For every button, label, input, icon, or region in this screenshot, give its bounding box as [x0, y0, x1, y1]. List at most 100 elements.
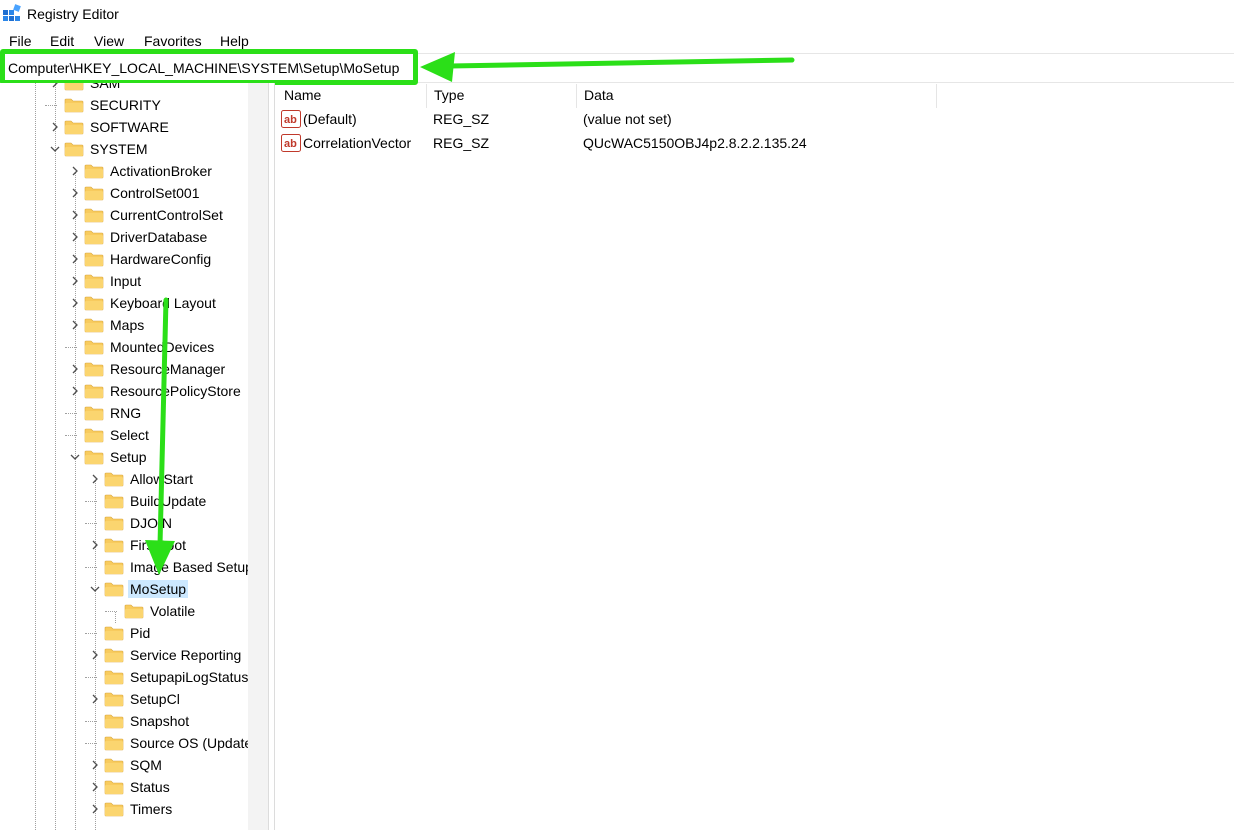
- tree-item[interactable]: Timers: [88, 798, 174, 820]
- tree-item-label[interactable]: Snapshot: [128, 712, 191, 730]
- tree-item[interactable]: SAM: [48, 83, 122, 94]
- tree-item[interactable]: ResourcePolicyStore: [68, 380, 243, 402]
- menu-help[interactable]: Help: [220, 33, 249, 49]
- tree-item[interactable]: Select: [65, 424, 151, 446]
- tree-item-label[interactable]: ControlSet001: [108, 184, 202, 202]
- tree-item-label[interactable]: SetupCl: [128, 690, 182, 708]
- tree-item-label[interactable]: SQM: [128, 756, 164, 774]
- tree-scrollbar[interactable]: [248, 83, 268, 830]
- value-row[interactable]: ab CorrelationVector REG_SZ QUcWAC5150OBJ4p…: [276, 132, 976, 156]
- tree-item[interactable]: SOFTWARE: [48, 116, 171, 138]
- tree-item[interactable]: SYSTEM: [48, 138, 150, 160]
- tree-item[interactable]: AllowStart: [88, 468, 195, 490]
- expand-chevron-icon[interactable]: [68, 182, 82, 204]
- tree-item[interactable]: Input: [68, 270, 143, 292]
- collapse-chevron-icon[interactable]: [68, 446, 82, 468]
- tree-item-label[interactable]: ActivationBroker: [108, 162, 214, 180]
- tree-item-label[interactable]: BuildUpdate: [128, 492, 208, 510]
- tree-item-label[interactable]: ResourcePolicyStore: [108, 382, 243, 400]
- expand-chevron-icon[interactable]: [68, 226, 82, 248]
- tree-item-label[interactable]: SetupapiLogStatus: [128, 668, 248, 686]
- tree-item-label[interactable]: MountedDevices: [108, 338, 216, 356]
- tree-item[interactable]: Image Based Setup: [85, 556, 248, 578]
- expand-chevron-icon[interactable]: [68, 204, 82, 226]
- address-bar[interactable]: Computer\HKEY_LOCAL_MACHINE\SYSTEM\Setup…: [0, 53, 1234, 83]
- tree-item-label[interactable]: AllowStart: [128, 470, 195, 488]
- tree-item-label[interactable]: DJOIN: [128, 514, 174, 532]
- expand-chevron-icon[interactable]: [68, 358, 82, 380]
- tree-item-label[interactable]: Maps: [108, 316, 146, 334]
- address-path[interactable]: Computer\HKEY_LOCAL_MACHINE\SYSTEM\Setup…: [8, 60, 399, 76]
- key-tree[interactable]: SAM SECURITY SOFTWARE SYSTEM ActivationBroke…: [0, 83, 248, 830]
- tree-item-label[interactable]: Timers: [128, 800, 174, 818]
- tree-item[interactable]: Pid: [85, 622, 152, 644]
- tree-item[interactable]: SECURITY: [45, 94, 163, 116]
- tree-item[interactable]: Keyboard Layout: [68, 292, 218, 314]
- tree-item[interactable]: DriverDatabase: [68, 226, 209, 248]
- column-type-header[interactable]: Type: [434, 87, 464, 103]
- expand-chevron-icon[interactable]: [88, 644, 102, 666]
- tree-item-label[interactable]: Volatile: [148, 602, 197, 620]
- tree-item[interactable]: SQM: [88, 754, 164, 776]
- tree-item[interactable]: Maps: [68, 314, 146, 336]
- tree-item-label[interactable]: SYSTEM: [88, 140, 150, 158]
- expand-chevron-icon[interactable]: [68, 314, 82, 336]
- tree-item-label[interactable]: Image Based Setup: [128, 558, 248, 576]
- expand-chevron-icon[interactable]: [48, 116, 62, 138]
- tree-item-label[interactable]: CurrentControlSet: [108, 206, 225, 224]
- tree-item-label[interactable]: Setup: [108, 448, 149, 466]
- menu-view[interactable]: View: [94, 33, 124, 49]
- column-data-header[interactable]: Data: [584, 87, 614, 103]
- tree-item-label[interactable]: SAM: [88, 83, 122, 92]
- expand-chevron-icon[interactable]: [88, 754, 102, 776]
- menu-favorites[interactable]: Favorites: [144, 33, 202, 49]
- tree-item[interactable]: ActivationBroker: [68, 160, 214, 182]
- tree-item-label[interactable]: Source OS (Updated): [128, 734, 248, 752]
- tree-item[interactable]: Service Reporting: [88, 644, 243, 666]
- tree-item-label[interactable]: Select: [108, 426, 151, 444]
- expand-chevron-icon[interactable]: [88, 688, 102, 710]
- expand-chevron-icon[interactable]: [68, 380, 82, 402]
- tree-item-label[interactable]: MoSetup: [128, 580, 189, 598]
- tree-item-label[interactable]: Service Reporting: [128, 646, 243, 664]
- tree-item[interactable]: MountedDevices: [65, 336, 216, 358]
- expand-chevron-icon[interactable]: [68, 160, 82, 182]
- tree-item[interactable]: FirstBoot: [88, 534, 188, 556]
- column-divider[interactable]: [576, 84, 577, 108]
- tree-item-label[interactable]: Status: [128, 778, 172, 796]
- collapse-chevron-icon[interactable]: [48, 138, 62, 160]
- menu-file[interactable]: File: [9, 33, 32, 49]
- tree-item-label[interactable]: Keyboard Layout: [108, 294, 218, 312]
- tree-item-label[interactable]: Input: [108, 272, 143, 290]
- expand-chevron-icon[interactable]: [88, 468, 102, 490]
- tree-item[interactable]: CurrentControlSet: [68, 204, 225, 226]
- tree-item[interactable]: Volatile: [105, 600, 197, 622]
- tree-item[interactable]: Source OS (Updated): [85, 732, 248, 754]
- expand-chevron-icon[interactable]: [88, 534, 102, 556]
- column-divider[interactable]: [936, 84, 937, 108]
- tree-item-label[interactable]: SOFTWARE: [88, 118, 171, 136]
- tree-item[interactable]: MoSetup: [88, 578, 189, 600]
- tree-item[interactable]: DJOIN: [85, 512, 174, 534]
- value-row[interactable]: ab (Default) REG_SZ (value not set): [276, 108, 976, 132]
- tree-item[interactable]: Snapshot: [85, 710, 191, 732]
- tree-item-label[interactable]: DriverDatabase: [108, 228, 209, 246]
- tree-item[interactable]: BuildUpdate: [85, 490, 208, 512]
- expand-chevron-icon[interactable]: [88, 776, 102, 798]
- tree-item-label[interactable]: Pid: [128, 624, 152, 642]
- expand-chevron-icon[interactable]: [68, 292, 82, 314]
- expand-chevron-icon[interactable]: [68, 270, 82, 292]
- menu-edit[interactable]: Edit: [50, 33, 74, 49]
- tree-item[interactable]: SetupCl: [88, 688, 182, 710]
- pane-splitter[interactable]: [268, 83, 275, 830]
- column-divider[interactable]: [426, 84, 427, 108]
- expand-chevron-icon[interactable]: [88, 798, 102, 820]
- tree-item-label[interactable]: ResourceManager: [108, 360, 227, 378]
- tree-item-label[interactable]: HardwareConfig: [108, 250, 213, 268]
- expand-chevron-icon[interactable]: [68, 248, 82, 270]
- tree-item[interactable]: SetupapiLogStatus: [85, 666, 248, 688]
- tree-item-label[interactable]: RNG: [108, 404, 143, 422]
- tree-item-label[interactable]: SECURITY: [88, 96, 163, 114]
- tree-item[interactable]: Status: [88, 776, 172, 798]
- tree-item-label[interactable]: FirstBoot: [128, 536, 188, 554]
